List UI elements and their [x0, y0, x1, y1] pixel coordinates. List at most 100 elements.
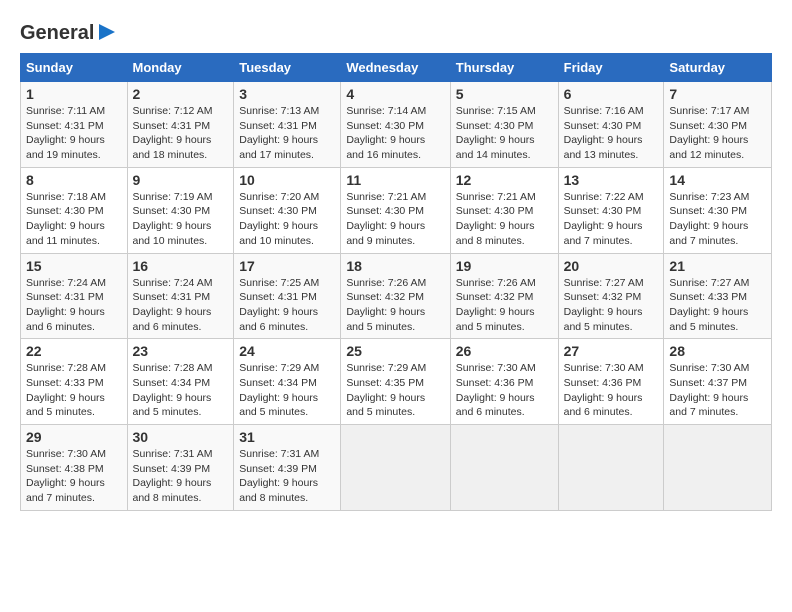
calendar-cell	[558, 425, 664, 511]
day-info: Sunrise: 7:18 AMSunset: 4:30 PMDaylight:…	[26, 191, 106, 247]
calendar-cell	[450, 425, 558, 511]
calendar-cell: 30 Sunrise: 7:31 AMSunset: 4:39 PMDaylig…	[127, 425, 234, 511]
day-info: Sunrise: 7:22 AMSunset: 4:30 PMDaylight:…	[564, 191, 644, 247]
calendar-cell: 12 Sunrise: 7:21 AMSunset: 4:30 PMDaylig…	[450, 167, 558, 253]
day-info: Sunrise: 7:28 AMSunset: 4:34 PMDaylight:…	[133, 362, 213, 418]
col-header-tuesday: Tuesday	[234, 54, 341, 82]
day-info: Sunrise: 7:17 AMSunset: 4:30 PMDaylight:…	[669, 105, 749, 161]
day-number: 30	[133, 429, 229, 445]
calendar-cell	[664, 425, 772, 511]
day-number: 7	[669, 86, 766, 102]
calendar-cell: 23 Sunrise: 7:28 AMSunset: 4:34 PMDaylig…	[127, 339, 234, 425]
calendar-cell: 24 Sunrise: 7:29 AMSunset: 4:34 PMDaylig…	[234, 339, 341, 425]
day-info: Sunrise: 7:27 AMSunset: 4:32 PMDaylight:…	[564, 277, 644, 333]
calendar-cell: 31 Sunrise: 7:31 AMSunset: 4:39 PMDaylig…	[234, 425, 341, 511]
day-number: 1	[26, 86, 122, 102]
day-info: Sunrise: 7:13 AMSunset: 4:31 PMDaylight:…	[239, 105, 319, 161]
day-info: Sunrise: 7:21 AMSunset: 4:30 PMDaylight:…	[456, 191, 536, 247]
calendar-cell: 18 Sunrise: 7:26 AMSunset: 4:32 PMDaylig…	[341, 253, 450, 339]
day-info: Sunrise: 7:26 AMSunset: 4:32 PMDaylight:…	[346, 277, 426, 333]
day-number: 9	[133, 172, 229, 188]
col-header-monday: Monday	[127, 54, 234, 82]
day-info: Sunrise: 7:31 AMSunset: 4:39 PMDaylight:…	[133, 448, 213, 504]
day-info: Sunrise: 7:11 AMSunset: 4:31 PMDaylight:…	[26, 105, 105, 161]
calendar-cell: 19 Sunrise: 7:26 AMSunset: 4:32 PMDaylig…	[450, 253, 558, 339]
day-number: 19	[456, 258, 553, 274]
day-info: Sunrise: 7:26 AMSunset: 4:32 PMDaylight:…	[456, 277, 536, 333]
day-number: 25	[346, 343, 444, 359]
day-info: Sunrise: 7:27 AMSunset: 4:33 PMDaylight:…	[669, 277, 749, 333]
col-header-sunday: Sunday	[21, 54, 128, 82]
day-info: Sunrise: 7:30 AMSunset: 4:38 PMDaylight:…	[26, 448, 106, 504]
day-info: Sunrise: 7:31 AMSunset: 4:39 PMDaylight:…	[239, 448, 319, 504]
calendar-cell: 5 Sunrise: 7:15 AMSunset: 4:30 PMDayligh…	[450, 82, 558, 168]
calendar-cell: 21 Sunrise: 7:27 AMSunset: 4:33 PMDaylig…	[664, 253, 772, 339]
calendar-cell: 17 Sunrise: 7:25 AMSunset: 4:31 PMDaylig…	[234, 253, 341, 339]
calendar-cell: 29 Sunrise: 7:30 AMSunset: 4:38 PMDaylig…	[21, 425, 128, 511]
calendar-cell: 6 Sunrise: 7:16 AMSunset: 4:30 PMDayligh…	[558, 82, 664, 168]
day-number: 16	[133, 258, 229, 274]
col-header-friday: Friday	[558, 54, 664, 82]
calendar-cell: 28 Sunrise: 7:30 AMSunset: 4:37 PMDaylig…	[664, 339, 772, 425]
day-number: 22	[26, 343, 122, 359]
calendar-cell: 1 Sunrise: 7:11 AMSunset: 4:31 PMDayligh…	[21, 82, 128, 168]
day-info: Sunrise: 7:28 AMSunset: 4:33 PMDaylight:…	[26, 362, 106, 418]
calendar-cell: 27 Sunrise: 7:30 AMSunset: 4:36 PMDaylig…	[558, 339, 664, 425]
day-info: Sunrise: 7:24 AMSunset: 4:31 PMDaylight:…	[133, 277, 213, 333]
calendar-cell: 25 Sunrise: 7:29 AMSunset: 4:35 PMDaylig…	[341, 339, 450, 425]
calendar-cell: 10 Sunrise: 7:20 AMSunset: 4:30 PMDaylig…	[234, 167, 341, 253]
calendar-cell: 26 Sunrise: 7:30 AMSunset: 4:36 PMDaylig…	[450, 339, 558, 425]
col-header-thursday: Thursday	[450, 54, 558, 82]
day-info: Sunrise: 7:20 AMSunset: 4:30 PMDaylight:…	[239, 191, 319, 247]
day-number: 24	[239, 343, 335, 359]
day-number: 23	[133, 343, 229, 359]
day-number: 12	[456, 172, 553, 188]
logo-arrow-icon	[97, 22, 117, 42]
day-number: 21	[669, 258, 766, 274]
day-number: 15	[26, 258, 122, 274]
day-number: 18	[346, 258, 444, 274]
day-number: 28	[669, 343, 766, 359]
day-number: 8	[26, 172, 122, 188]
day-number: 4	[346, 86, 444, 102]
calendar-cell: 7 Sunrise: 7:17 AMSunset: 4:30 PMDayligh…	[664, 82, 772, 168]
day-info: Sunrise: 7:12 AMSunset: 4:31 PMDaylight:…	[133, 105, 213, 161]
day-number: 20	[564, 258, 659, 274]
logo-line1: General	[20, 22, 94, 45]
day-info: Sunrise: 7:24 AMSunset: 4:31 PMDaylight:…	[26, 277, 106, 333]
calendar-cell: 9 Sunrise: 7:19 AMSunset: 4:30 PMDayligh…	[127, 167, 234, 253]
col-header-wednesday: Wednesday	[341, 54, 450, 82]
day-info: Sunrise: 7:30 AMSunset: 4:36 PMDaylight:…	[564, 362, 644, 418]
day-number: 11	[346, 172, 444, 188]
calendar-cell: 8 Sunrise: 7:18 AMSunset: 4:30 PMDayligh…	[21, 167, 128, 253]
day-info: Sunrise: 7:19 AMSunset: 4:30 PMDaylight:…	[133, 191, 213, 247]
calendar-cell: 16 Sunrise: 7:24 AMSunset: 4:31 PMDaylig…	[127, 253, 234, 339]
calendar-cell	[341, 425, 450, 511]
logo: General	[20, 20, 117, 43]
calendar-table: SundayMondayTuesdayWednesdayThursdayFrid…	[20, 53, 772, 511]
day-info: Sunrise: 7:14 AMSunset: 4:30 PMDaylight:…	[346, 105, 426, 161]
day-number: 2	[133, 86, 229, 102]
calendar-cell: 4 Sunrise: 7:14 AMSunset: 4:30 PMDayligh…	[341, 82, 450, 168]
day-info: Sunrise: 7:29 AMSunset: 4:35 PMDaylight:…	[346, 362, 426, 418]
day-number: 14	[669, 172, 766, 188]
calendar-cell: 3 Sunrise: 7:13 AMSunset: 4:31 PMDayligh…	[234, 82, 341, 168]
calendar-cell: 20 Sunrise: 7:27 AMSunset: 4:32 PMDaylig…	[558, 253, 664, 339]
day-info: Sunrise: 7:16 AMSunset: 4:30 PMDaylight:…	[564, 105, 644, 161]
day-number: 26	[456, 343, 553, 359]
day-number: 13	[564, 172, 659, 188]
day-number: 3	[239, 86, 335, 102]
col-header-saturday: Saturday	[664, 54, 772, 82]
calendar-cell: 13 Sunrise: 7:22 AMSunset: 4:30 PMDaylig…	[558, 167, 664, 253]
day-info: Sunrise: 7:21 AMSunset: 4:30 PMDaylight:…	[346, 191, 426, 247]
day-info: Sunrise: 7:25 AMSunset: 4:31 PMDaylight:…	[239, 277, 319, 333]
page-header: General	[20, 20, 772, 43]
day-number: 31	[239, 429, 335, 445]
calendar-cell: 11 Sunrise: 7:21 AMSunset: 4:30 PMDaylig…	[341, 167, 450, 253]
day-number: 29	[26, 429, 122, 445]
day-info: Sunrise: 7:29 AMSunset: 4:34 PMDaylight:…	[239, 362, 319, 418]
calendar-cell: 14 Sunrise: 7:23 AMSunset: 4:30 PMDaylig…	[664, 167, 772, 253]
day-info: Sunrise: 7:30 AMSunset: 4:36 PMDaylight:…	[456, 362, 536, 418]
day-number: 5	[456, 86, 553, 102]
day-info: Sunrise: 7:23 AMSunset: 4:30 PMDaylight:…	[669, 191, 749, 247]
